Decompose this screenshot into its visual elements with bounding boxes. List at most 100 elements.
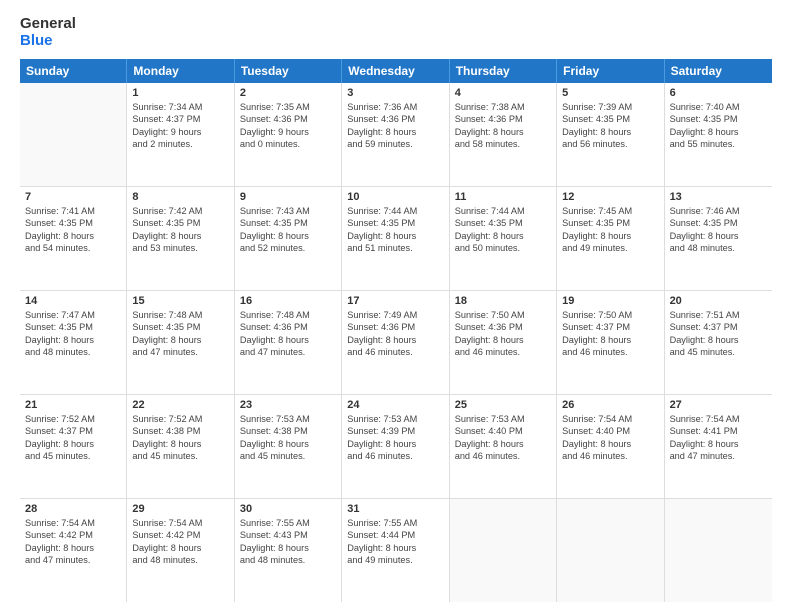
cell-info-line: Daylight: 8 hours <box>132 230 228 242</box>
day-number: 13 <box>670 191 767 203</box>
cell-info-line: Sunset: 4:35 PM <box>562 217 658 229</box>
cell-info-line: Daylight: 8 hours <box>562 126 658 138</box>
cell-info-line: Daylight: 8 hours <box>240 542 336 554</box>
cell-info-line: Sunset: 4:40 PM <box>562 425 658 437</box>
day-cell-6: 6Sunrise: 7:40 AMSunset: 4:35 PMDaylight… <box>665 83 772 186</box>
cell-info-line: and 46 minutes. <box>562 450 658 462</box>
cell-info-line: and 47 minutes. <box>25 554 121 566</box>
cell-info-line: and 0 minutes. <box>240 138 336 150</box>
day-number: 3 <box>347 87 443 99</box>
cell-info-line: Sunrise: 7:53 AM <box>240 413 336 425</box>
day-number: 18 <box>455 295 551 307</box>
cell-info-line: Sunrise: 7:42 AM <box>132 205 228 217</box>
cell-info-line: Daylight: 8 hours <box>347 438 443 450</box>
logo-general: General <box>20 16 76 33</box>
cell-info-line: Sunset: 4:37 PM <box>562 321 658 333</box>
cell-info-line: Sunset: 4:38 PM <box>132 425 228 437</box>
weekday-header-saturday: Saturday <box>665 59 772 83</box>
cell-info-line: and 46 minutes. <box>455 346 551 358</box>
day-cell-empty-4-5 <box>557 499 664 602</box>
day-cell-9: 9Sunrise: 7:43 AMSunset: 4:35 PMDaylight… <box>235 187 342 290</box>
cell-info-line: and 47 minutes. <box>670 450 767 462</box>
cell-info-line: Sunset: 4:36 PM <box>347 113 443 125</box>
day-number: 6 <box>670 87 767 99</box>
cell-info-line: and 45 minutes. <box>132 450 228 462</box>
day-number: 21 <box>25 399 121 411</box>
day-number: 14 <box>25 295 121 307</box>
cell-info-line: Sunrise: 7:54 AM <box>25 517 121 529</box>
day-cell-empty-4-6 <box>665 499 772 602</box>
day-cell-19: 19Sunrise: 7:50 AMSunset: 4:37 PMDayligh… <box>557 291 664 394</box>
cell-info-line: Sunset: 4:35 PM <box>25 321 121 333</box>
day-cell-3: 3Sunrise: 7:36 AMSunset: 4:36 PMDaylight… <box>342 83 449 186</box>
cell-info-line: Daylight: 8 hours <box>347 126 443 138</box>
cell-info-line: Sunset: 4:35 PM <box>670 113 767 125</box>
cell-info-line: Daylight: 9 hours <box>132 126 228 138</box>
cell-info-line: Daylight: 8 hours <box>670 230 767 242</box>
day-number: 30 <box>240 503 336 515</box>
cell-info-line: Sunset: 4:43 PM <box>240 529 336 541</box>
cell-info-line: and 48 minutes. <box>25 346 121 358</box>
calendar-body: 1Sunrise: 7:34 AMSunset: 4:37 PMDaylight… <box>20 83 772 602</box>
cell-info-line: Sunset: 4:36 PM <box>455 113 551 125</box>
cell-info-line: Sunset: 4:35 PM <box>347 217 443 229</box>
calendar-row-4: 28Sunrise: 7:54 AMSunset: 4:42 PMDayligh… <box>20 499 772 602</box>
weekday-header-thursday: Thursday <box>450 59 557 83</box>
cell-info-line: Sunrise: 7:53 AM <box>347 413 443 425</box>
day-number: 17 <box>347 295 443 307</box>
cell-info-line: and 45 minutes. <box>25 450 121 462</box>
cell-info-line: Sunrise: 7:54 AM <box>670 413 767 425</box>
day-cell-23: 23Sunrise: 7:53 AMSunset: 4:38 PMDayligh… <box>235 395 342 498</box>
cell-info-line: Sunrise: 7:45 AM <box>562 205 658 217</box>
cell-info-line: Sunrise: 7:53 AM <box>455 413 551 425</box>
cell-info-line: Sunrise: 7:55 AM <box>347 517 443 529</box>
cell-info-line: Sunrise: 7:54 AM <box>562 413 658 425</box>
cell-info-line: Sunset: 4:39 PM <box>347 425 443 437</box>
cell-info-line: Sunset: 4:35 PM <box>132 217 228 229</box>
day-number: 16 <box>240 295 336 307</box>
cell-info-line: and 51 minutes. <box>347 242 443 254</box>
cell-info-line: Daylight: 8 hours <box>455 438 551 450</box>
cell-info-line: and 59 minutes. <box>347 138 443 150</box>
day-cell-14: 14Sunrise: 7:47 AMSunset: 4:35 PMDayligh… <box>20 291 127 394</box>
day-cell-24: 24Sunrise: 7:53 AMSunset: 4:39 PMDayligh… <box>342 395 449 498</box>
cell-info-line: Daylight: 8 hours <box>347 542 443 554</box>
cell-info-line: and 53 minutes. <box>132 242 228 254</box>
cell-info-line: Daylight: 8 hours <box>670 334 767 346</box>
day-cell-28: 28Sunrise: 7:54 AMSunset: 4:42 PMDayligh… <box>20 499 127 602</box>
cell-info-line: Sunset: 4:40 PM <box>455 425 551 437</box>
day-cell-21: 21Sunrise: 7:52 AMSunset: 4:37 PMDayligh… <box>20 395 127 498</box>
cell-info-line: and 46 minutes. <box>347 346 443 358</box>
day-number: 28 <box>25 503 121 515</box>
cell-info-line: Sunrise: 7:44 AM <box>455 205 551 217</box>
cell-info-line: Sunset: 4:36 PM <box>240 321 336 333</box>
cell-info-line: Daylight: 8 hours <box>347 230 443 242</box>
cell-info-line: Sunset: 4:44 PM <box>347 529 443 541</box>
cell-info-line: and 55 minutes. <box>670 138 767 150</box>
cell-info-line: Sunrise: 7:50 AM <box>562 309 658 321</box>
day-cell-5: 5Sunrise: 7:39 AMSunset: 4:35 PMDaylight… <box>557 83 664 186</box>
cell-info-line: Sunrise: 7:54 AM <box>132 517 228 529</box>
day-cell-31: 31Sunrise: 7:55 AMSunset: 4:44 PMDayligh… <box>342 499 449 602</box>
cell-info-line: and 54 minutes. <box>25 242 121 254</box>
cell-info-line: and 48 minutes. <box>240 554 336 566</box>
cell-info-line: and 52 minutes. <box>240 242 336 254</box>
day-cell-15: 15Sunrise: 7:48 AMSunset: 4:35 PMDayligh… <box>127 291 234 394</box>
cell-info-line: Sunset: 4:35 PM <box>670 217 767 229</box>
cell-info-line: and 47 minutes. <box>132 346 228 358</box>
day-number: 7 <box>25 191 121 203</box>
cell-info-line: Sunrise: 7:48 AM <box>240 309 336 321</box>
day-cell-2: 2Sunrise: 7:35 AMSunset: 4:36 PMDaylight… <box>235 83 342 186</box>
cell-info-line: Daylight: 8 hours <box>25 230 121 242</box>
cell-info-line: Daylight: 8 hours <box>562 230 658 242</box>
weekday-header-wednesday: Wednesday <box>342 59 449 83</box>
cell-info-line: Sunset: 4:35 PM <box>240 217 336 229</box>
cell-info-line: Sunset: 4:38 PM <box>240 425 336 437</box>
day-number: 2 <box>240 87 336 99</box>
cell-info-line: Sunrise: 7:46 AM <box>670 205 767 217</box>
cell-info-line: and 46 minutes. <box>347 450 443 462</box>
day-cell-29: 29Sunrise: 7:54 AMSunset: 4:42 PMDayligh… <box>127 499 234 602</box>
day-cell-13: 13 Sunrise: 7:46 AMSunset: 4:35 PMDayligh… <box>665 187 772 290</box>
day-number: 22 <box>132 399 228 411</box>
cell-info-line: Daylight: 8 hours <box>562 438 658 450</box>
